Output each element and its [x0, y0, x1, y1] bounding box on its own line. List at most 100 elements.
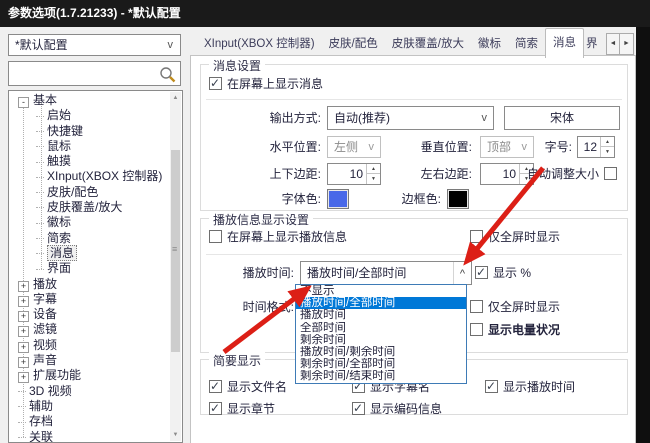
margin-h-stepper[interactable]: 10 ▲▼ — [480, 163, 534, 185]
tree-item-filters[interactable]: +滤镜 — [9, 322, 170, 337]
tree-item-xinput[interactable]: XInput(XBOX 控制器) — [9, 169, 170, 184]
dropdown-option[interactable]: 播放时间/剩余时间 — [296, 346, 466, 358]
tree-item-subtitles[interactable]: +字幕 — [9, 292, 170, 307]
expand-icon[interactable]: + — [18, 296, 29, 307]
checkbox-auto-resize[interactable]: 自动调整大小 — [527, 165, 617, 182]
window-title: 参数选项(1.7.21233) - *默认配置 — [0, 0, 181, 27]
tree-scrollbar[interactable]: ▲ ▼ — [170, 92, 181, 441]
tree-item-messages[interactable]: 消息 — [9, 246, 170, 261]
checkbox-show-message-on-screen[interactable]: 在屏幕上显示消息 — [209, 75, 323, 92]
tree-item-skin-overlay[interactable]: 皮肤覆盖/放大 — [9, 200, 170, 215]
tree-item-3d-video[interactable]: 3D 视频 — [9, 384, 170, 399]
chevron-down-icon: v — [168, 35, 174, 55]
separator — [206, 254, 622, 255]
checkbox-icon — [470, 300, 483, 313]
font-size-stepper[interactable]: 12 ▲▼ — [577, 136, 615, 158]
tree-item-audio[interactable]: +声音 — [9, 353, 170, 368]
tree-item-playback[interactable]: +播放 — [9, 277, 170, 292]
tree-item-hotkeys[interactable]: 快捷键 — [9, 124, 170, 139]
tab-content-panel: 消息设置 在屏幕上显示消息 输出方式: 自动(推荐) v 宋体 水平位置: 左侧… — [190, 55, 636, 443]
tree-item-skin-color[interactable]: 皮肤/配色 — [9, 185, 170, 200]
tree-item-startup[interactable]: 启始 — [9, 108, 170, 123]
group-message-settings: 消息设置 在屏幕上显示消息 输出方式: 自动(推荐) v 宋体 水平位置: 左侧… — [200, 64, 628, 211]
settings-tree: -基本 启始 快捷键 鼠标 触摸 XInput(XBOX 控制器) 皮肤/配色 … — [8, 90, 183, 443]
profile-select[interactable]: *默认配置 v — [8, 34, 181, 56]
checkbox-battery-status[interactable]: 显示电量状况 — [470, 321, 560, 338]
tab-scroll-left-button[interactable]: ◄ — [606, 33, 620, 55]
expand-icon[interactable]: + — [18, 326, 29, 337]
play-time-select[interactable]: 播放时间/全部时间 ^ — [300, 261, 472, 285]
checkbox-show-chapters[interactable]: 显示章节 — [209, 400, 275, 417]
checkbox-fullscreen-only-bottom[interactable]: 仅全屏时显示 — [470, 298, 560, 315]
scroll-up-icon[interactable]: ▲ — [170, 92, 181, 104]
dropdown-option[interactable]: 不显示 — [296, 285, 466, 297]
titlebar[interactable]: 参数选项(1.7.21233) - *默认配置 — [0, 0, 650, 27]
collapse-icon[interactable]: - — [18, 97, 29, 108]
time-format-label: 时间格式: — [201, 298, 294, 315]
font-button[interactable]: 宋体 — [504, 106, 620, 130]
tab-bar: XInput(XBOX 控制器) 皮肤/配色 皮肤覆盖/放大 徽标 简索 消息 … — [197, 32, 597, 57]
checkbox-icon — [475, 266, 488, 279]
expand-icon[interactable]: + — [18, 357, 29, 368]
dropdown-option[interactable]: 剩余时间/结束时间 — [296, 370, 466, 382]
search-icon — [159, 66, 176, 83]
spin-up-icon[interactable]: ▲ — [601, 137, 614, 147]
scrollbar-thumb[interactable] — [171, 150, 180, 352]
tree-item-general[interactable]: -基本 — [9, 93, 170, 108]
checkbox-fullscreen-only-top[interactable]: 仅全屏时显示 — [470, 228, 560, 245]
tab-interface-clipped[interactable]: 界面 — [584, 30, 597, 57]
group-title: 播放信息显示设置 — [209, 211, 313, 228]
border-color-label: 边框色: — [351, 190, 441, 207]
checkbox-show-filename[interactable]: 显示文件名 — [209, 378, 287, 395]
search-input[interactable] — [8, 61, 181, 86]
checkbox-show-percent[interactable]: 显示 % — [475, 264, 531, 281]
scroll-down-icon[interactable]: ▼ — [170, 429, 181, 441]
tab-skin-overlay[interactable]: 皮肤覆盖/放大 — [385, 30, 471, 57]
checkbox-icon — [470, 230, 483, 243]
tab-logo[interactable]: 徽标 — [471, 30, 508, 57]
expand-icon[interactable]: + — [18, 281, 29, 292]
dropdown-option[interactable]: 剩余时间 — [296, 334, 466, 346]
tree-item-index[interactable]: 简索 — [9, 231, 170, 246]
tree-item-associations[interactable]: 关联 — [9, 430, 170, 443]
profile-value: *默认配置 — [15, 38, 68, 52]
tab-skin-color[interactable]: 皮肤/配色 — [322, 30, 385, 57]
tree-item-archive[interactable]: 存档 — [9, 414, 170, 429]
tab-xinput[interactable]: XInput(XBOX 控制器) — [197, 30, 322, 57]
expand-icon[interactable]: + — [18, 311, 29, 322]
margin-h-label: 左右边距: — [351, 165, 472, 182]
tree-item-mouse[interactable]: 鼠标 — [9, 139, 170, 154]
tree-item-extensions[interactable]: +扩展功能 — [9, 368, 170, 383]
chevron-down-icon: v — [482, 107, 488, 129]
play-time-label: 播放时间: — [201, 264, 294, 281]
checkbox-show-play-time[interactable]: 显示播放时间 — [485, 378, 575, 395]
checkbox-icon — [604, 167, 617, 180]
group-title: 简要显示 — [209, 352, 265, 369]
expand-icon[interactable]: + — [18, 372, 29, 383]
dropdown-option[interactable]: 全部时间 — [296, 322, 466, 334]
spin-down-icon[interactable]: ▼ — [601, 147, 614, 157]
tree-item-video[interactable]: +视频 — [9, 338, 170, 353]
tab-scroll-right-button[interactable]: ► — [620, 33, 634, 55]
dropdown-option[interactable]: 剩余时间/全部时间 — [296, 358, 466, 370]
checkbox-show-playback-info[interactable]: 在屏幕上显示播放信息 — [209, 228, 347, 245]
chevron-up-icon[interactable]: ^ — [453, 262, 471, 284]
font-color-label: 字体色: — [201, 190, 321, 207]
tree-item-misc[interactable]: 辅助 — [9, 399, 170, 414]
dropdown-option[interactable]: 播放时间 — [296, 309, 466, 321]
tree-item-devices[interactable]: +设备 — [9, 307, 170, 322]
expand-icon[interactable]: + — [18, 342, 29, 353]
tree-item-logo[interactable]: 徽标 — [9, 215, 170, 230]
border-color-swatch[interactable] — [447, 189, 469, 209]
separator — [206, 99, 622, 100]
tab-messages[interactable]: 消息 — [545, 28, 584, 58]
checkbox-show-codec-info[interactable]: 显示编码信息 — [352, 400, 442, 417]
tree-item-interface[interactable]: 界面 — [9, 261, 170, 276]
checkbox-icon — [485, 380, 498, 393]
dropdown-option-selected[interactable]: 播放时间/全部时间 — [296, 297, 466, 309]
output-mode-select[interactable]: 自动(推荐) v — [327, 106, 494, 130]
tree-item-touch[interactable]: 触摸 — [9, 154, 170, 169]
tab-index[interactable]: 简索 — [508, 30, 545, 57]
group-title: 消息设置 — [209, 57, 265, 74]
font-color-swatch[interactable] — [327, 189, 349, 209]
